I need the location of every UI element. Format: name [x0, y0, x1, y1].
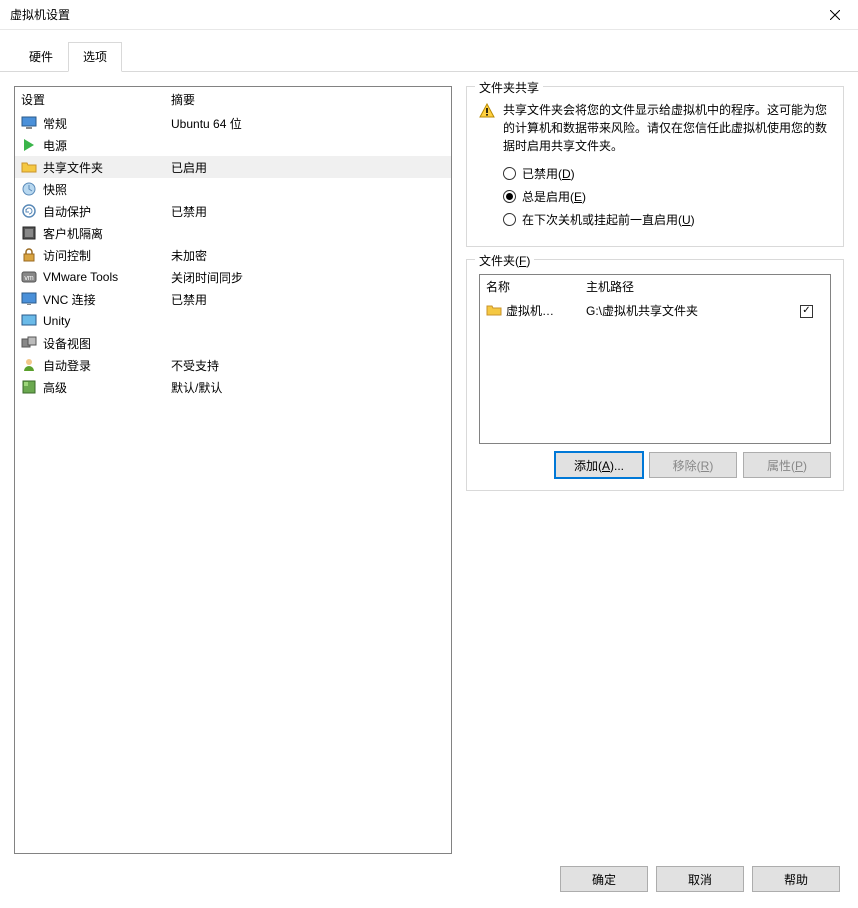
item-label: 电源	[43, 137, 171, 154]
radio-label: 总是启用(E)	[522, 188, 586, 205]
list-item-snapshot[interactable]: 快照	[15, 178, 451, 200]
item-label: 常规	[43, 115, 171, 132]
tabs: 硬件 选项	[0, 30, 858, 72]
tab-hardware[interactable]: 硬件	[14, 42, 68, 72]
radio-label: 在下次关机或挂起前一直启用(U)	[522, 211, 695, 228]
folder-enabled-checkbox[interactable]	[800, 305, 813, 318]
radio-always-enabled[interactable]: 总是启用(E)	[503, 188, 831, 205]
cancel-button[interactable]: 取消	[656, 866, 744, 892]
header-summary: 摘要	[171, 91, 195, 108]
add-button[interactable]: 添加(A)...	[555, 452, 643, 478]
warning-row: 共享文件夹会将您的文件显示给虚拟机中的程序。这可能为您的计算机和数据带来风险。请…	[479, 101, 831, 155]
item-label: 自动保护	[43, 203, 171, 220]
item-summary: 已启用	[171, 159, 207, 176]
warning-text: 共享文件夹会将您的文件显示给虚拟机中的程序。这可能为您的计算机和数据带来风险。请…	[503, 101, 831, 155]
folders-header: 名称 主机路径	[480, 275, 830, 299]
item-label: 快照	[43, 181, 171, 198]
folder-icon	[486, 302, 502, 318]
settings-list-panel: 设置 摘要 常规 Ubuntu 64 位 电源 共享文件夹 已启用 快照	[14, 86, 452, 854]
radio-label: 已禁用(D)	[522, 165, 575, 182]
folder-path: G:\虚拟机共享文件夹	[586, 302, 800, 319]
item-label: 客户机隔离	[43, 225, 171, 242]
radio-icon	[503, 190, 516, 203]
list-item-autoprotect[interactable]: 自动保护 已禁用	[15, 200, 451, 222]
folder-buttons: 添加(A)... 移除(R) 属性(P)	[479, 452, 831, 478]
list-item-vnc[interactable]: VNC 连接 已禁用	[15, 288, 451, 310]
list-item-shared-folders[interactable]: 共享文件夹 已启用	[15, 156, 451, 178]
folder-name: 虚拟机…	[506, 302, 586, 319]
item-label: VNC 连接	[43, 291, 171, 308]
right-panel: 文件夹共享 共享文件夹会将您的文件显示给虚拟机中的程序。这可能为您的计算机和数据…	[466, 86, 844, 854]
group-title: 文件夹(F)	[475, 252, 534, 269]
list-item-access-control[interactable]: 访问控制 未加密	[15, 244, 451, 266]
list-item-unity[interactable]: Unity	[15, 310, 451, 332]
item-label: 自动登录	[43, 357, 171, 374]
folder-row[interactable]: 虚拟机… G:\虚拟机共享文件夹	[480, 299, 830, 321]
item-label: 访问控制	[43, 247, 171, 264]
monitor-icon	[21, 115, 37, 131]
svg-text:vm: vm	[24, 275, 34, 282]
autoprotect-icon	[21, 203, 37, 219]
warning-icon	[479, 103, 495, 119]
dialog-buttons: 确定 取消 帮助	[0, 854, 858, 908]
user-icon	[21, 357, 37, 373]
item-summary: 不受支持	[171, 357, 219, 374]
group-title: 文件夹共享	[475, 79, 543, 96]
item-label: 设备视图	[43, 335, 171, 352]
radio-icon	[503, 213, 516, 226]
content: 设置 摘要 常规 Ubuntu 64 位 电源 共享文件夹 已启用 快照	[0, 72, 858, 854]
radio-disabled[interactable]: 已禁用(D)	[503, 165, 831, 182]
list-item-general[interactable]: 常规 Ubuntu 64 位	[15, 112, 451, 134]
item-summary: 关闭时间同步	[171, 269, 243, 286]
vnc-icon	[21, 291, 37, 307]
isolation-icon	[21, 225, 37, 241]
remove-button[interactable]: 移除(R)	[649, 452, 737, 478]
lock-icon	[21, 247, 37, 263]
ok-button[interactable]: 确定	[560, 866, 648, 892]
radio-group: 已禁用(D) 总是启用(E) 在下次关机或挂起前一直启用(U)	[479, 165, 831, 228]
list-item-guest-isolation[interactable]: 客户机隔离	[15, 222, 451, 244]
folders-list[interactable]: 名称 主机路径 虚拟机… G:\虚拟机共享文件夹	[479, 274, 831, 444]
device-view-icon	[21, 335, 37, 351]
item-summary: 已禁用	[171, 203, 207, 220]
tab-options[interactable]: 选项	[68, 42, 122, 72]
list-item-advanced[interactable]: 高级 默认/默认	[15, 376, 451, 398]
item-summary: 未加密	[171, 247, 207, 264]
snapshot-icon	[21, 181, 37, 197]
folder-icon	[21, 159, 37, 175]
list-header: 设置 摘要	[15, 87, 451, 112]
header-settings: 设置	[21, 91, 171, 108]
properties-button[interactable]: 属性(P)	[743, 452, 831, 478]
folder-sharing-group: 文件夹共享 共享文件夹会将您的文件显示给虚拟机中的程序。这可能为您的计算机和数据…	[466, 86, 844, 247]
unity-icon	[21, 313, 37, 329]
col-name: 名称	[486, 278, 586, 295]
radio-until-shutdown[interactable]: 在下次关机或挂起前一直启用(U)	[503, 211, 831, 228]
item-label: Unity	[43, 314, 171, 328]
close-button[interactable]	[812, 0, 858, 30]
item-summary: 默认/默认	[171, 379, 222, 396]
col-path: 主机路径	[586, 278, 800, 295]
titlebar: 虚拟机设置	[0, 0, 858, 30]
vmware-icon: vm	[21, 269, 37, 285]
item-label: 共享文件夹	[43, 159, 171, 176]
close-icon	[830, 10, 840, 20]
window-title: 虚拟机设置	[10, 6, 70, 23]
list-item-autologin[interactable]: 自动登录 不受支持	[15, 354, 451, 376]
list-item-vmware-tools[interactable]: vm VMware Tools 关闭时间同步	[15, 266, 451, 288]
item-summary: 已禁用	[171, 291, 207, 308]
item-label: VMware Tools	[43, 270, 171, 284]
item-label: 高级	[43, 379, 171, 396]
item-summary: Ubuntu 64 位	[171, 115, 242, 132]
help-button[interactable]: 帮助	[752, 866, 840, 892]
settings-list: 常规 Ubuntu 64 位 电源 共享文件夹 已启用 快照 自动保护	[15, 112, 451, 398]
list-item-power[interactable]: 电源	[15, 134, 451, 156]
play-icon	[21, 137, 37, 153]
radio-icon	[503, 167, 516, 180]
folders-group: 文件夹(F) 名称 主机路径 虚拟机… G:\虚拟机共享文件夹 添加(A)...…	[466, 259, 844, 491]
advanced-icon	[21, 379, 37, 395]
list-item-device-view[interactable]: 设备视图	[15, 332, 451, 354]
